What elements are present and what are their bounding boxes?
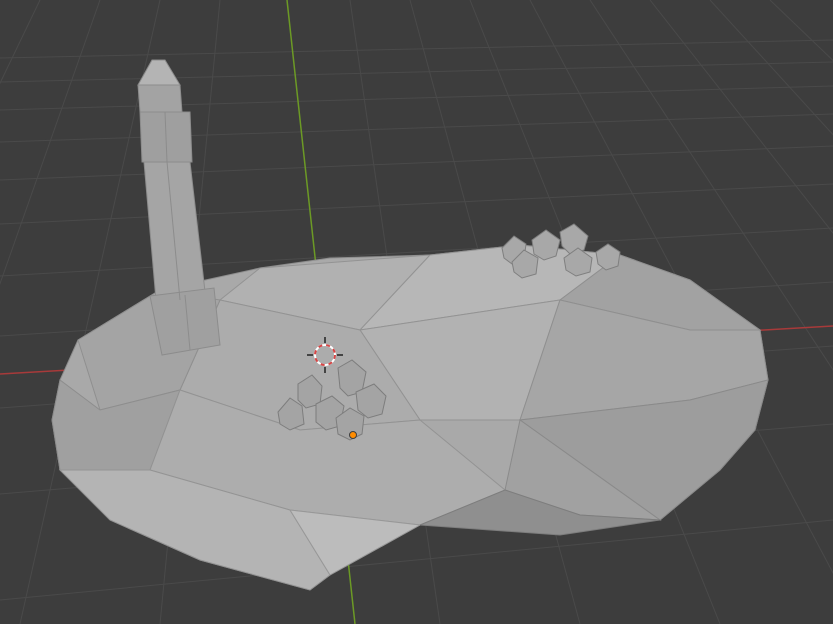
3d-viewport[interactable] (0, 0, 833, 624)
viewport-canvas[interactable] (0, 0, 833, 624)
selected-origin-point[interactable] (349, 431, 357, 439)
